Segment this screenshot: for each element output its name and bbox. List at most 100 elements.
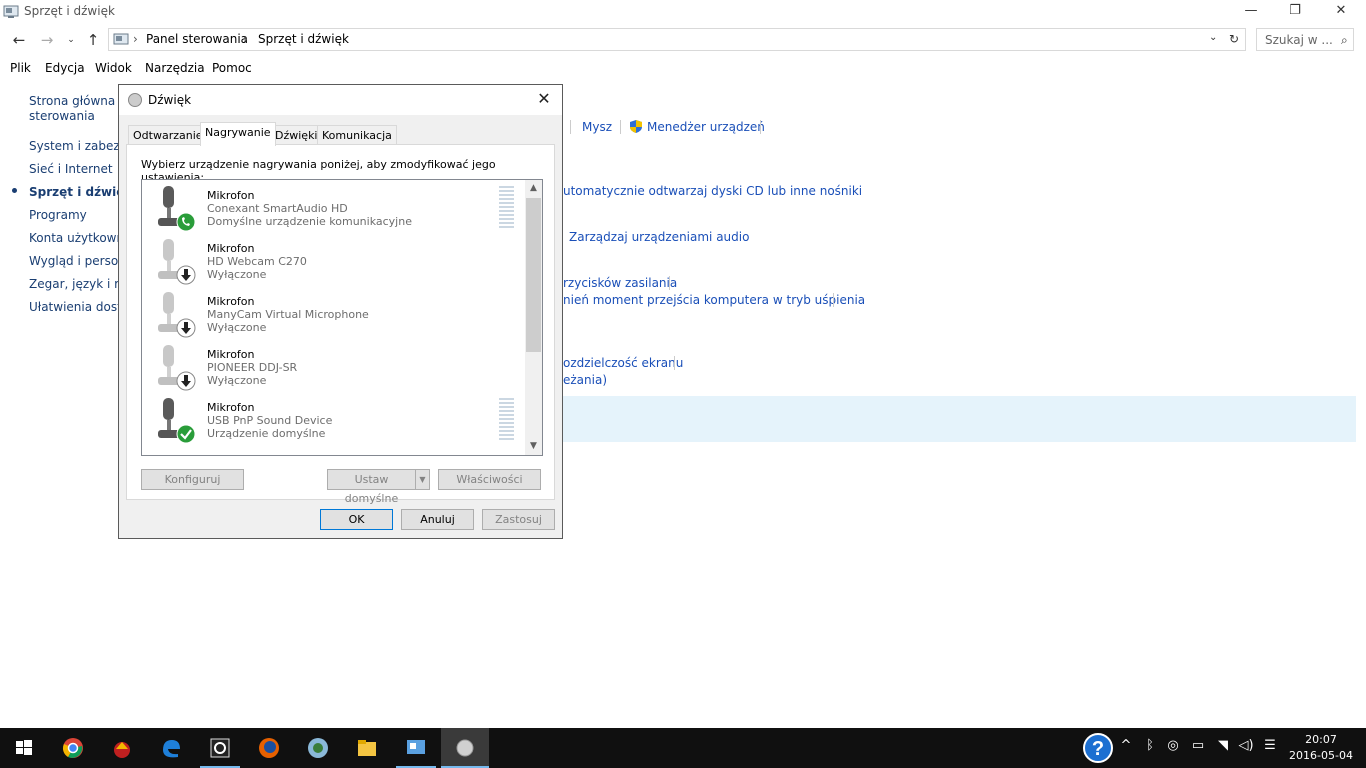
close-button[interactable]: ✕	[1318, 0, 1364, 24]
menu-file[interactable]: Plik	[10, 61, 31, 75]
menu-help[interactable]: Pomoc	[212, 61, 252, 75]
tab-sounds[interactable]: Dźwięki	[270, 125, 323, 145]
separator	[669, 276, 670, 290]
device-name: Mikrofon	[207, 295, 255, 308]
configure-button[interactable]: Konfiguruj	[141, 469, 244, 490]
taskbar-edge[interactable]	[147, 728, 195, 768]
sidebar-item-network[interactable]: Sieć i Internet	[29, 162, 113, 176]
search-input[interactable]: Szukaj w ... ⌕	[1256, 28, 1354, 51]
taskbar-app3[interactable]	[294, 728, 342, 768]
selected-bullet-icon	[12, 188, 17, 193]
refresh-icon[interactable]: ↻	[1229, 32, 1239, 46]
hover-highlight	[560, 396, 1356, 442]
dialog-title: Dźwięk	[148, 93, 192, 107]
link-reading[interactable]: eżania)	[563, 373, 607, 387]
system-clock[interactable]: 20:07 2016-05-04	[1286, 732, 1356, 764]
taskbar: ? ^ ᛒ ◎ ▭ ◥ ◁) ☰ 20:07 2016-05-04	[0, 728, 1366, 768]
recent-locations-icon[interactable]: ⌄	[62, 31, 80, 49]
taskbar-file-explorer[interactable]	[343, 728, 391, 768]
notifications-icon[interactable]: ☰	[1261, 738, 1279, 753]
set-default-button[interactable]: Ustaw domyślne	[327, 469, 415, 505]
chevron-right-icon: ›	[243, 32, 248, 46]
device-name: Mikrofon	[207, 348, 255, 361]
tab-playback[interactable]: Odtwarzanie	[128, 125, 208, 145]
tray-expand-icon[interactable]: ^	[1117, 738, 1135, 753]
apply-button[interactable]: Zastosuj	[482, 509, 555, 530]
taskbar-chrome[interactable]	[49, 728, 97, 768]
list-item-device[interactable]: Mikrofon PIONEER DDJ-SR Wyłączone	[142, 339, 525, 392]
link-mouse[interactable]: Mysz	[582, 120, 612, 134]
list-item-device[interactable]: Mikrofon ManyCam Virtual Microphone Wyłą…	[142, 286, 525, 339]
taskbar-app2[interactable]	[196, 728, 244, 768]
device-list[interactable]: Mikrofon Conexant SmartAudio HD Domyślne…	[141, 179, 543, 456]
link-autoplay[interactable]: utomatycznie odtwarzaj dyski CD lub inne…	[563, 184, 862, 198]
link-manage-audio[interactable]: Zarządzaj urządzeniami audio	[569, 230, 749, 244]
taskbar-sound[interactable]	[441, 728, 489, 768]
app-icon	[114, 742, 130, 758]
breadcrumb-hardware[interactable]: Sprzęt i dźwięk	[258, 32, 349, 46]
chevron-down-icon[interactable]: ⌄	[1209, 32, 1217, 43]
link-sleep[interactable]: nień moment przejścia komputera w tryb u…	[563, 293, 865, 307]
link-device-manager[interactable]: Menedżer urządzeń	[647, 120, 765, 134]
device-list-scrollbar[interactable]: ▲ ▼	[525, 180, 542, 455]
file-explorer-icon	[358, 740, 376, 756]
device-model: PIONEER DDJ-SR	[207, 361, 298, 374]
breadcrumb-panel[interactable]: Panel sterowania	[146, 32, 248, 46]
separator	[833, 293, 834, 307]
tab-communication[interactable]: Komunikacja	[317, 125, 397, 145]
sidebar-item-programs[interactable]: Programy	[29, 208, 87, 222]
link-power-buttons[interactable]: rzycisków zasilania	[563, 276, 677, 290]
help-icon[interactable]: ?	[1082, 732, 1114, 764]
back-arrow-icon[interactable]: ←	[10, 31, 28, 49]
separator	[760, 120, 761, 134]
dialog-close-button[interactable]: ✕	[534, 89, 554, 109]
default-check-icon	[176, 424, 196, 444]
sidebar-item-hardware[interactable]: Sprzęt i dźwięk	[29, 185, 132, 199]
list-item-device[interactable]: Mikrofon Conexant SmartAudio HD Domyślne…	[142, 180, 525, 233]
sound-dialog: Dźwięk ✕ Odtwarzanie Nagrywanie Dźwięki …	[118, 84, 563, 539]
restore-button[interactable]: ❐	[1272, 0, 1318, 24]
properties-button[interactable]: Właściwości	[438, 469, 541, 490]
menu-edit[interactable]: Edycja	[45, 61, 85, 75]
speaker-icon	[128, 93, 142, 107]
window-titlebar: Sprzęt i dźwięk — ❐ ✕	[0, 0, 1366, 24]
sound-icon	[456, 739, 474, 757]
minimize-button[interactable]: —	[1228, 0, 1274, 24]
menu-bar: Plik Edycja Widok Narzędzia Pomoc	[0, 58, 1366, 80]
volume-icon[interactable]: ◁)	[1237, 738, 1255, 753]
list-item-device[interactable]: Mikrofon USB PnP Sound Device Urządzenie…	[142, 392, 525, 445]
window-title: Sprzęt i dźwięk	[24, 4, 115, 18]
taskbar-app[interactable]	[98, 728, 146, 768]
search-icon: ⌕	[1341, 33, 1348, 47]
up-arrow-icon[interactable]: ↑	[84, 31, 102, 49]
address-bar[interactable]: › Panel sterowania › Sprzęt i dźwięk ⌄ ↻	[108, 28, 1246, 51]
scrollbar-thumb[interactable]	[526, 198, 541, 352]
taskbar-firefox[interactable]	[245, 728, 293, 768]
battery-icon[interactable]: ▭	[1189, 738, 1207, 753]
edge-icon	[163, 740, 180, 758]
cancel-button[interactable]: Anuluj	[401, 509, 474, 530]
menu-view[interactable]: Widok	[95, 61, 132, 75]
chrome-icon	[63, 738, 83, 758]
forward-arrow-icon[interactable]: →	[38, 31, 56, 49]
scroll-up-icon[interactable]: ▲	[525, 180, 542, 197]
device-name: Mikrofon	[207, 189, 255, 202]
sidebar-item-accounts[interactable]: Konta użytkowni	[29, 231, 127, 245]
start-button[interactable]	[0, 728, 48, 768]
search-placeholder: Szukaj w ...	[1265, 33, 1333, 47]
tray-app-icon[interactable]: ◎	[1164, 738, 1182, 753]
wifi-icon[interactable]: ◥	[1214, 738, 1232, 753]
scroll-down-icon[interactable]: ▼	[525, 438, 542, 455]
list-item-device[interactable]: Mikrofon HD Webcam C270 Wyłączone	[142, 233, 525, 286]
bluetooth-icon[interactable]: ᛒ	[1141, 738, 1159, 753]
sidebar-item-home-line2[interactable]: sterowania	[29, 109, 95, 123]
device-model: HD Webcam C270	[207, 255, 307, 268]
chevron-down-icon[interactable]: ▼	[415, 469, 430, 490]
control-panel-icon	[3, 5, 19, 18]
menu-tools[interactable]: Narzędzia	[145, 61, 205, 75]
taskbar-control-panel[interactable]	[392, 728, 440, 768]
control-panel-icon	[113, 33, 129, 45]
tab-recording[interactable]: Nagrywanie	[200, 122, 276, 146]
link-resolution[interactable]: ozdzielczość ekranu	[563, 356, 683, 370]
ok-button[interactable]: OK	[320, 509, 393, 530]
